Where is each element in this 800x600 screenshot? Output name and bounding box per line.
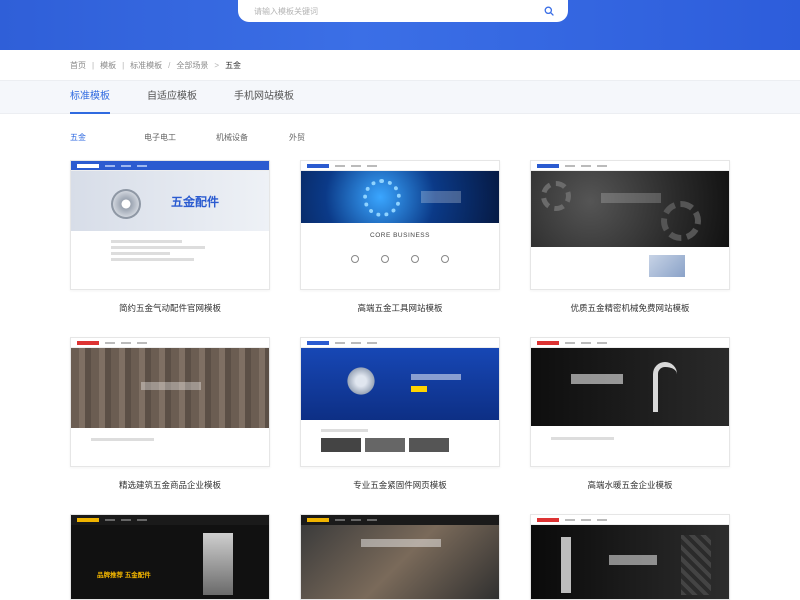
tab-responsive[interactable]: 自适应模板 <box>147 81 197 114</box>
thumbnail-banner <box>301 171 499 223</box>
thumbnail-banner <box>531 171 729 247</box>
template-thumbnail[interactable] <box>530 337 730 467</box>
template-card[interactable]: 品牌推荐 五金配件 <box>70 514 270 600</box>
template-thumbnail[interactable] <box>300 337 500 467</box>
breadcrumb-all-scenes[interactable]: 全部场景 <box>176 60 208 71</box>
thumbnail-nav <box>531 515 729 525</box>
product-image <box>561 537 571 593</box>
service-icon <box>441 255 449 263</box>
banner-text-block <box>141 382 201 390</box>
product-thumb <box>409 438 449 452</box>
banner-text-block <box>411 374 461 380</box>
banner-text-block <box>361 539 441 547</box>
header-banner <box>0 0 800 50</box>
template-card[interactable]: 精选建筑五金商品企业模板 <box>70 337 270 491</box>
gear-image <box>661 201 701 241</box>
banner-text: 品牌推荐 五金配件 <box>97 572 151 579</box>
tab-standard[interactable]: 标准模板 <box>70 81 110 114</box>
template-card[interactable] <box>300 514 500 600</box>
thumbnail-banner: 五金配件 <box>71 171 269 231</box>
thumbnail-nav <box>301 161 499 171</box>
gear-image <box>541 181 571 211</box>
breadcrumb-templates[interactable]: 模板 <box>100 60 116 71</box>
thumbnail-nav <box>71 338 269 348</box>
template-card[interactable]: 高端水暖五金企业模板 <box>530 337 730 491</box>
gear-image <box>363 179 401 217</box>
banner-text-block <box>609 555 657 565</box>
service-icon <box>411 255 419 263</box>
product-thumb <box>365 438 405 452</box>
template-card[interactable] <box>530 514 730 600</box>
thumbnail-nav <box>301 515 499 525</box>
gear-image <box>111 189 141 219</box>
template-title[interactable]: 高端水暖五金企业模板 <box>530 479 730 491</box>
template-thumbnail[interactable] <box>530 514 730 600</box>
thumbnail-banner <box>301 348 499 420</box>
template-title[interactable]: 专业五金紧固件网页模板 <box>300 479 500 491</box>
breadcrumb-home[interactable]: 首页 <box>70 60 86 71</box>
banner-text-block <box>571 374 623 384</box>
template-thumbnail[interactable] <box>530 160 730 290</box>
product-image <box>203 533 233 595</box>
template-type-tabs: 标准模板 自适应模板 手机网站模板 <box>0 80 800 114</box>
template-thumbnail[interactable]: 品牌推荐 五金配件 <box>70 514 270 600</box>
thumbnail-nav <box>71 515 269 525</box>
category-electronics[interactable]: 电子电工 <box>144 132 176 143</box>
search-icon[interactable] <box>538 0 560 22</box>
template-title[interactable]: 精选建筑五金商品企业模板 <box>70 479 270 491</box>
breadcrumb-separator: | <box>122 60 125 70</box>
breadcrumb-standard[interactable]: 标准模板 <box>130 60 162 71</box>
template-card[interactable]: 五金配件 简约五金气动配件官网模板 <box>70 160 270 314</box>
thumbnail-banner: 品牌推荐 五金配件 <box>71 525 269 599</box>
category-machinery[interactable]: 机械设备 <box>216 132 248 143</box>
template-thumbnail[interactable]: 五金配件 <box>70 160 270 290</box>
service-icon <box>381 255 389 263</box>
category-hardware[interactable]: 五金 <box>70 132 86 143</box>
thumbnail-banner <box>71 348 269 428</box>
thumbnail-nav <box>301 338 499 348</box>
template-title[interactable]: 优质五金精密机械免费网站模板 <box>530 302 730 314</box>
thumbnail-nav <box>531 338 729 348</box>
template-thumbnail[interactable]: CORE BUSINESS <box>300 160 500 290</box>
banner-button <box>411 386 427 392</box>
thumbnail-banner <box>531 525 729 599</box>
service-icon <box>351 255 359 263</box>
banner-text-block <box>421 191 461 203</box>
template-card[interactable]: 专业五金紧固件网页模板 <box>300 337 500 491</box>
faucet-image <box>653 362 677 412</box>
product-image <box>339 366 383 396</box>
search-bar <box>238 0 568 22</box>
template-title[interactable]: 简约五金气动配件官网模板 <box>70 302 270 314</box>
template-thumbnail[interactable] <box>70 337 270 467</box>
breadcrumb-separator: / <box>168 60 171 70</box>
tab-mobile[interactable]: 手机网站模板 <box>234 81 294 114</box>
thumbnail-banner <box>301 525 499 599</box>
breadcrumb-separator: | <box>92 60 95 70</box>
template-card[interactable]: 优质五金精密机械免费网站模板 <box>530 160 730 314</box>
breadcrumb: 首页 | 模板 | 标准模板 / 全部场景 > 五金 <box>70 58 241 72</box>
product-image <box>649 255 685 277</box>
thumbnail-banner <box>531 348 729 426</box>
banner-text-block <box>601 193 661 203</box>
product-thumb <box>321 438 361 452</box>
template-thumbnail[interactable] <box>300 514 500 600</box>
thumbnail-nav <box>71 161 269 171</box>
template-card[interactable]: CORE BUSINESS 高端五金工具网站模板 <box>300 160 500 314</box>
search-input[interactable] <box>238 0 538 22</box>
section-heading: CORE BUSINESS <box>370 232 430 239</box>
template-title[interactable]: 高端五金工具网站模板 <box>300 302 500 314</box>
breadcrumb-current: 五金 <box>225 60 242 70</box>
breadcrumb-separator: > <box>214 60 220 70</box>
thumbnail-nav <box>531 161 729 171</box>
category-foreign-trade[interactable]: 外贸 <box>289 132 305 143</box>
banner-text: 五金配件 <box>171 195 220 209</box>
product-image <box>681 535 711 595</box>
